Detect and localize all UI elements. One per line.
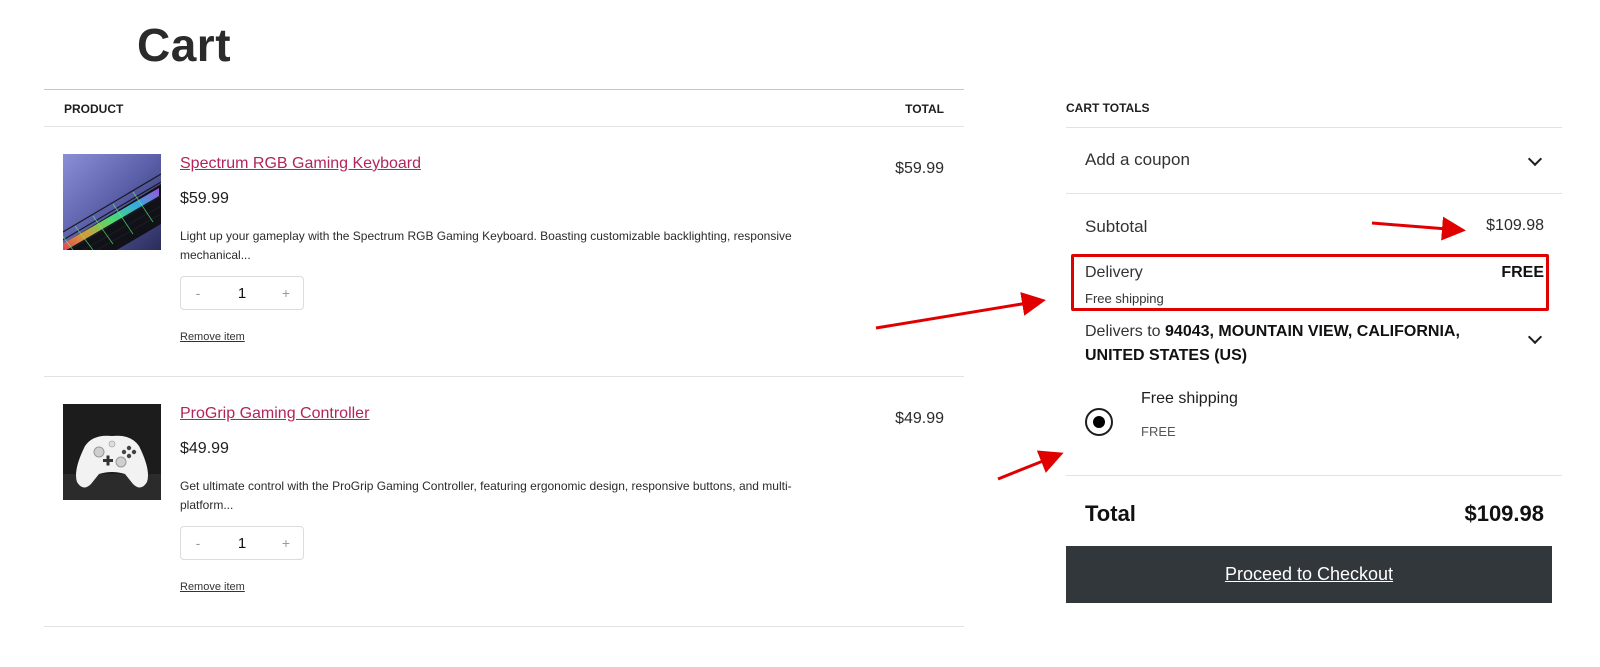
- delivery-row: Delivery Free shipping FREE: [1066, 256, 1562, 312]
- cart-totals-panel: CART TOTALS Add a coupon Subtotal $109.9…: [1066, 89, 1562, 548]
- product-description: Light up your gameplay with the Spectrum…: [180, 229, 792, 262]
- total-value: $109.98: [1464, 501, 1544, 526]
- proceed-to-checkout-button[interactable]: Proceed to Checkout: [1066, 546, 1552, 603]
- product-price: $59.99: [180, 190, 229, 207]
- total-column-header: TOTAL: [905, 102, 944, 116]
- total-row: Total $109.98: [1066, 476, 1562, 548]
- radio-selected-dot: [1093, 416, 1105, 428]
- coupon-label: Add a coupon: [1085, 150, 1190, 169]
- remove-item-link[interactable]: Remove item: [180, 581, 245, 593]
- line-total: $49.99: [895, 410, 944, 427]
- delivers-to-prefix: Delivers to: [1085, 323, 1166, 340]
- quantity-input[interactable]: 1: [215, 285, 269, 302]
- cart-totals-heading: CART TOTALS: [1066, 89, 1562, 128]
- quantity-stepper: - 1 +: [180, 526, 304, 560]
- controller-image[interactable]: [63, 404, 161, 500]
- subtotal-row: Subtotal $109.98: [1066, 194, 1562, 256]
- shipping-option-name: Free shipping: [1141, 390, 1238, 407]
- decrement-button[interactable]: -: [181, 285, 215, 301]
- product-link[interactable]: Spectrum RGB Gaming Keyboard: [180, 155, 421, 173]
- product-description: Get ultimate control with the ProGrip Ga…: [180, 479, 792, 512]
- cart-item: Spectrum RGB Gaming Keyboard $59.99 Ligh…: [44, 127, 964, 377]
- increment-button[interactable]: +: [269, 285, 303, 301]
- delivery-value: FREE: [1501, 264, 1544, 281]
- delivers-to-text: Delivers to 94043, MOUNTAIN VIEW, CALIFO…: [1085, 320, 1495, 368]
- cart-item: ProGrip Gaming Controller $49.99 Get ult…: [44, 377, 964, 627]
- add-coupon-toggle[interactable]: Add a coupon: [1066, 128, 1562, 194]
- total-label: Total: [1085, 501, 1136, 526]
- remove-item-link[interactable]: Remove item: [180, 331, 245, 343]
- delivery-method: Free shipping: [1085, 291, 1164, 306]
- increment-button[interactable]: +: [269, 535, 303, 551]
- quantity-input[interactable]: 1: [215, 535, 269, 552]
- quantity-stepper: - 1 +: [180, 276, 304, 310]
- delivery-label: Delivery: [1085, 264, 1143, 281]
- shipping-section: Delivers to 94043, MOUNTAIN VIEW, CALIFO…: [1066, 312, 1562, 476]
- subtotal-value: $109.98: [1486, 217, 1544, 234]
- product-column-header: PRODUCT: [64, 102, 124, 116]
- keyboard-image[interactable]: [63, 154, 161, 250]
- chevron-down-icon[interactable]: [1527, 329, 1543, 345]
- chevron-down-icon: [1527, 151, 1543, 167]
- products-table: PRODUCT TOTAL Spectrum RGB Gaming Keyboa…: [44, 89, 964, 627]
- products-table-header: PRODUCT TOTAL: [44, 89, 964, 127]
- page-title: Cart: [137, 19, 232, 71]
- arrow-to-shipping-radio: [997, 450, 1064, 481]
- subtotal-label: Subtotal: [1085, 217, 1148, 236]
- line-total: $59.99: [895, 160, 944, 177]
- product-price: $49.99: [180, 440, 229, 457]
- shipping-option-price: FREE: [1141, 424, 1176, 439]
- shipping-option-radio[interactable]: [1085, 408, 1113, 436]
- product-link[interactable]: ProGrip Gaming Controller: [180, 405, 369, 423]
- decrement-button[interactable]: -: [181, 535, 215, 551]
